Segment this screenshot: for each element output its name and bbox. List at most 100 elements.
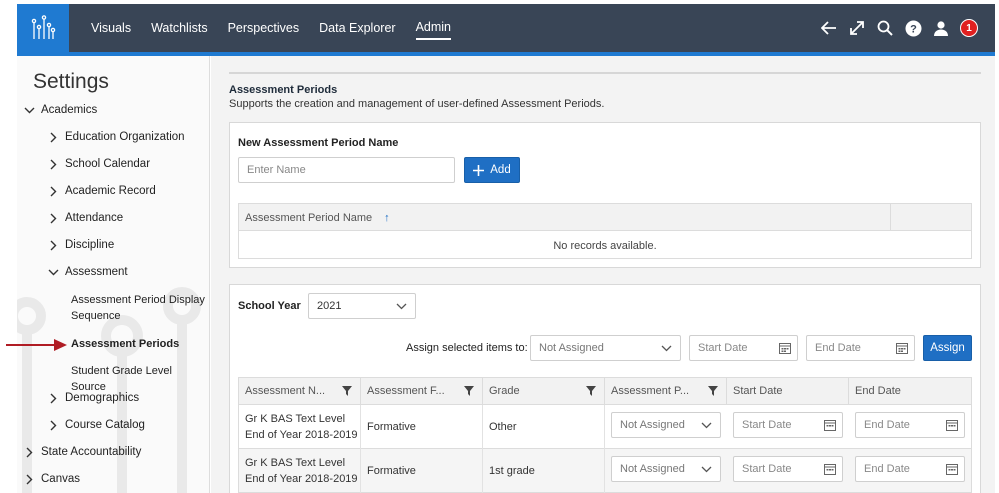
filter-icon[interactable] <box>342 386 352 396</box>
empty-grid-message: No records available. <box>553 239 657 252</box>
filter-icon[interactable] <box>708 386 718 396</box>
tree-label: Course Catalog <box>65 419 145 431</box>
calendar-icon[interactable] <box>896 342 908 354</box>
assessment-name-line: End of Year 2018-2019 <box>245 429 358 441</box>
expand-icon[interactable] <box>843 14 871 42</box>
assessment-name-line: Gr K BAS Text Level <box>245 413 346 425</box>
main-content: Assessment Periods Supports the creation… <box>211 56 995 493</box>
end-date-placeholder: End Date <box>815 342 861 354</box>
calendar-icon[interactable] <box>779 342 791 354</box>
table-row[interactable]: Gr K BAS Text Level End of Year 2018-2019… <box>238 449 972 493</box>
chevron-right-icon <box>47 419 59 431</box>
table-row[interactable]: Gr K BAS Text Level End of Year 2018-2019… <box>238 405 972 449</box>
tree-leaf-assessment-period-display-sequence[interactable]: Assessment Period Display Sequence <box>71 292 207 324</box>
chevron-right-icon <box>47 131 59 143</box>
nav-data-explorer[interactable]: Data Explorer <box>319 17 395 39</box>
row-end-date-input[interactable]: End Date <box>855 412 965 438</box>
period-name-input[interactable]: Enter Name <box>238 157 455 183</box>
tree-item-state-accountability[interactable]: State Accountability <box>23 443 141 461</box>
row-end-date-input[interactable]: End Date <box>855 456 965 482</box>
cell-assessment-name: Gr K BAS Text Level End of Year 2018-2019 <box>239 449 361 493</box>
tree-item-demographics[interactable]: Demographics <box>47 389 139 407</box>
top-navigation-bar: Visuals Watchlists Perspectives Data Exp… <box>17 4 995 56</box>
tree-label: Demographics <box>65 392 140 404</box>
page-title: Assessment Periods <box>229 84 338 96</box>
tree-item-course-catalog[interactable]: Course Catalog <box>47 416 145 434</box>
row-period-select[interactable]: Not Assigned <box>611 412 721 438</box>
assign-period-select[interactable]: Not Assigned <box>530 335 681 361</box>
row-start-date-input[interactable]: Start Date <box>733 456 843 482</box>
svg-text:?: ? <box>910 23 917 35</box>
add-button[interactable]: Add <box>464 157 520 183</box>
column-header-label: Assessment Period Name <box>245 211 373 224</box>
assign-start-date-input[interactable]: Start Date <box>689 335 798 361</box>
tree-leaf-assessment-periods[interactable]: Assessment Periods <box>71 336 207 352</box>
column-header-label: Assessment N... <box>245 385 326 397</box>
calendar-icon[interactable] <box>946 463 958 475</box>
column-header-label: Assessment F... <box>367 385 445 397</box>
notifications-badge[interactable]: 1 <box>955 14 983 42</box>
row-period-select[interactable]: Not Assigned <box>611 456 721 482</box>
tree-item-academic-record[interactable]: Academic Record <box>47 182 156 200</box>
nav-admin[interactable]: Admin <box>415 16 452 40</box>
user-icon[interactable] <box>927 14 955 42</box>
start-date-placeholder: Start Date <box>698 342 748 354</box>
tree-item-assessment[interactable]: Assessment <box>47 263 128 281</box>
page-description: Supports the creation and management of … <box>229 98 605 110</box>
chevron-right-icon <box>47 212 59 224</box>
filter-icon[interactable] <box>464 386 474 396</box>
row-period-value: Not Assigned <box>620 463 685 475</box>
tree-item-attendance[interactable]: Attendance <box>47 209 123 227</box>
column-header-assessment-name[interactable]: Assessment N... <box>239 378 361 404</box>
add-button-label: Add <box>490 164 511 176</box>
calendar-icon[interactable] <box>946 419 958 431</box>
grid-header: Assessment Period Name ↑ <box>239 204 971 231</box>
chevron-right-icon <box>47 392 59 404</box>
chevron-right-icon <box>47 239 59 251</box>
row-period-value: Not Assigned <box>620 419 685 431</box>
app-logo[interactable] <box>17 4 69 52</box>
red-arrow-icon <box>6 339 67 351</box>
row-start-date-input[interactable]: Start Date <box>733 412 843 438</box>
tree-label: Assessment <box>65 266 128 278</box>
column-header-assessment-format[interactable]: Assessment F... <box>361 378 483 404</box>
settings-sidebar: Settings Academics Education Organizatio… <box>17 56 210 493</box>
chevron-right-icon <box>23 446 35 458</box>
cell-assessment-format: Formative <box>361 405 483 449</box>
column-header-label: Start Date <box>733 385 783 397</box>
tree-item-school-calendar[interactable]: School Calendar <box>47 155 150 173</box>
tree-item-discipline[interactable]: Discipline <box>47 236 114 254</box>
nav-visuals[interactable]: Visuals <box>91 17 131 39</box>
nav-perspectives[interactable]: Perspectives <box>228 17 300 39</box>
cell-assessment-format: Formative <box>361 449 483 493</box>
sidebar-title: Settings <box>33 70 109 93</box>
column-header-grade[interactable]: Grade <box>483 378 605 404</box>
tree-item-canvas[interactable]: Canvas <box>23 470 80 488</box>
nav-watchlists[interactable]: Watchlists <box>151 17 208 39</box>
tree-label: Attendance <box>65 212 124 224</box>
calendar-icon[interactable] <box>824 463 836 475</box>
new-period-label: New Assessment Period Name <box>238 137 399 149</box>
calendar-icon[interactable] <box>824 419 836 431</box>
help-icon[interactable]: ? <box>899 14 927 42</box>
chevron-right-icon <box>47 185 59 197</box>
column-header-start-date[interactable]: Start Date <box>727 378 849 404</box>
school-year-label: School Year <box>238 300 301 312</box>
search-icon[interactable] <box>871 14 899 42</box>
assign-selected-label: Assign selected items to: <box>406 342 528 354</box>
column-header-end-date[interactable]: End Date <box>849 378 971 404</box>
tree-item-academics[interactable]: Academics <box>23 101 97 119</box>
tree-label: Canvas <box>41 473 80 485</box>
column-header-assessment-period[interactable]: Assessment P... <box>605 378 727 404</box>
assign-button[interactable]: Assign <box>923 335 972 361</box>
filter-icon[interactable] <box>586 386 596 396</box>
assign-end-date-input[interactable]: End Date <box>806 335 915 361</box>
tree-item-education-organization[interactable]: Education Organization <box>47 128 185 146</box>
column-header-label: End Date <box>855 385 901 397</box>
school-year-select[interactable]: 2021 <box>308 293 416 319</box>
assessment-name-line: Gr K BAS Text Level <box>245 457 346 469</box>
school-year-panel: School Year 2021 Assign selected items t… <box>229 284 981 493</box>
column-header-assessment-period-name[interactable]: Assessment Period Name ↑ <box>239 204 891 231</box>
chevron-down-icon <box>396 303 407 310</box>
back-arrow-icon[interactable] <box>815 14 843 42</box>
